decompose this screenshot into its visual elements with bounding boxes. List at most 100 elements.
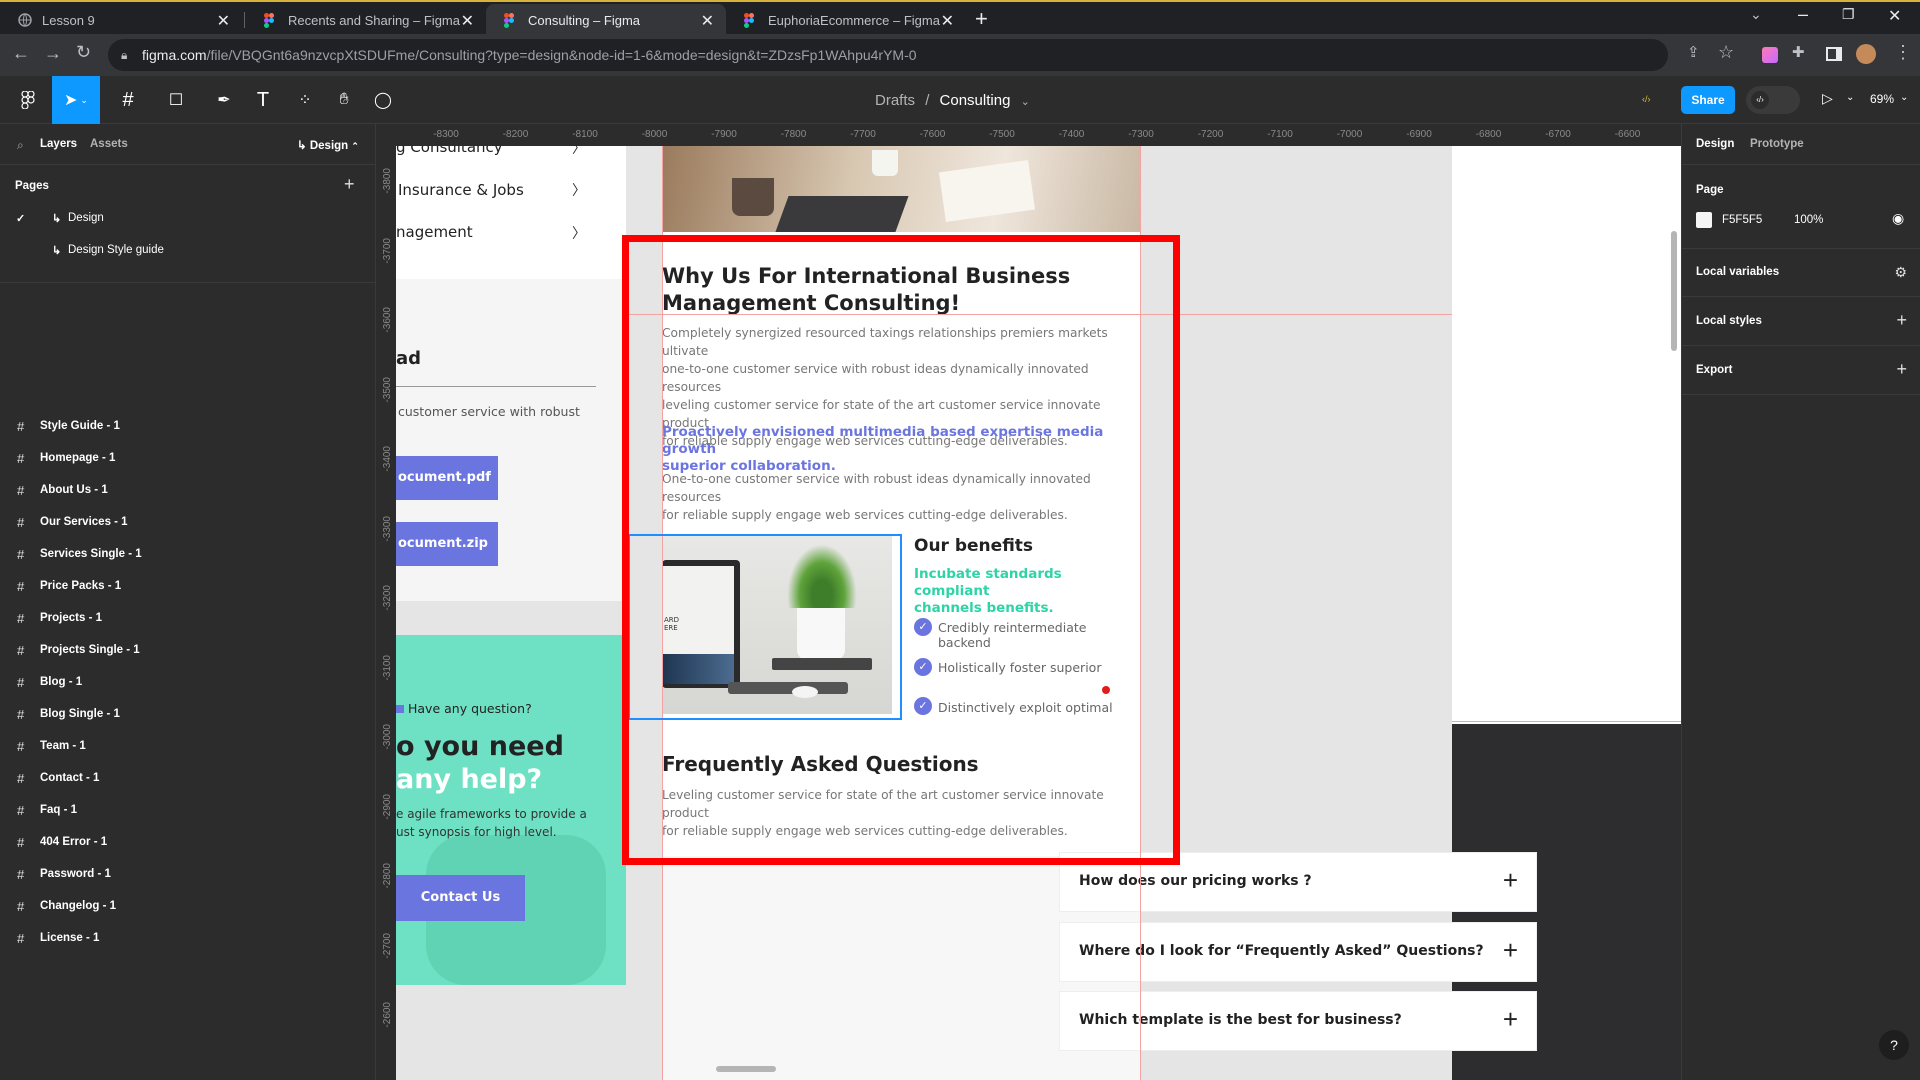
design-canvas[interactable]: g Consultancy 〉 Insurance & Jobs 〉 nagem… [396, 146, 1681, 1080]
page-item-design[interactable]: ✓ ↳ Design [0, 202, 376, 234]
frame-layer-item[interactable]: # License - 1 [0, 922, 376, 954]
frame-layer-item[interactable]: # About Us - 1 [0, 474, 376, 506]
profile-avatar[interactable] [1856, 44, 1876, 64]
download-pdf-button[interactable]: ocument.pdf [396, 456, 498, 500]
browser-menu-icon[interactable]: ⋮ [1894, 42, 1912, 63]
frame-layer-item[interactable]: # Contact - 1 [0, 762, 376, 794]
tab-layers[interactable]: Layers [40, 138, 77, 150]
bookmark-star-icon[interactable]: ☆ [1718, 42, 1734, 63]
side-panel-icon[interactable] [1826, 47, 1842, 61]
browser-tab[interactable]: EuphoriaEcommerce – Figma ✕ [726, 4, 966, 36]
back-icon[interactable]: ← [12, 43, 30, 64]
frame-layer-item[interactable]: # Homepage - 1 [0, 442, 376, 474]
chevron-down-icon[interactable]: ⌄ [1900, 92, 1908, 103]
pen-tool-icon[interactable]: ✒ [204, 76, 244, 124]
download-title: ad [396, 348, 422, 369]
zoom-level[interactable]: 69% [1870, 92, 1894, 106]
cta-card[interactable]: Have any question? o you need any help? … [396, 635, 626, 985]
file-name[interactable]: Consulting [940, 92, 1011, 109]
ruler-tick-label: -8200 [502, 129, 529, 140]
frame-layer-item[interactable]: #404 Error - 1 [0, 826, 376, 858]
shape-tool-icon[interactable]: ☐ [156, 76, 196, 124]
tab-design[interactable]: Design [1696, 138, 1734, 150]
faq-item[interactable]: Which template is the best for business?… [1059, 991, 1537, 1051]
page-opacity-value[interactable]: 100% [1794, 214, 1823, 226]
browser-tab-active[interactable]: Consulting – Figma ✕ [486, 4, 726, 36]
hand-tool-icon[interactable]: ✋︎ [324, 76, 364, 124]
frame-layer-item[interactable]: # Our Services - 1 [0, 506, 376, 538]
frame-layer-item[interactable]: # Projects Single - 1 [0, 634, 376, 666]
share-page-icon[interactable]: ⇪ [1687, 43, 1700, 61]
browser-tab[interactable]: Recents and Sharing – Figma ✕ [246, 4, 486, 36]
frame-services-sidebar[interactable]: g Consultancy 〉 Insurance & Jobs 〉 nagem… [396, 146, 626, 1080]
extension-icon[interactable] [1762, 47, 1778, 63]
comment-tool-icon[interactable]: ◯ [363, 76, 403, 124]
close-tab-icon[interactable]: ✕ [217, 11, 230, 31]
frame-layer-item[interactable]: # Faq - 1 [0, 794, 376, 826]
download-zip-button[interactable]: ocument.zip [396, 522, 498, 566]
share-button[interactable]: Share [1681, 86, 1735, 114]
page-switcher[interactable]: ↳ Design ⌃ [297, 138, 359, 152]
local-variables-section[interactable]: Local variables ⚙ [1682, 248, 1920, 297]
close-window-icon[interactable]: ✕ [1888, 6, 1901, 26]
plus-icon[interactable]: + [1503, 1004, 1518, 1035]
contact-us-button[interactable]: Contact Us [396, 875, 525, 921]
plus-icon[interactable]: + [1503, 935, 1518, 966]
sidebar-link[interactable]: nagement [396, 223, 473, 241]
export-section[interactable]: Export + [1682, 346, 1920, 395]
chevron-down-icon[interactable]: ⌄ [1846, 92, 1854, 103]
tab-assets[interactable]: Assets [90, 138, 128, 150]
horizontal-scrollbar[interactable] [716, 1066, 776, 1072]
frame-layer-item[interactable]: # Services Single - 1 [0, 538, 376, 570]
main-menu-icon[interactable] [8, 76, 48, 124]
faq-item[interactable]: Where do I look for “Frequently Asked” Q… [1059, 922, 1537, 982]
local-styles-section[interactable]: Local styles + [1682, 297, 1920, 346]
breadcrumb-drafts[interactable]: Drafts [875, 92, 915, 109]
reload-icon[interactable]: ↻ [76, 42, 91, 63]
add-page-icon[interactable]: + [344, 174, 355, 195]
frame-layer-item[interactable]: # Blog Single - 1 [0, 698, 376, 730]
page-item-style-guide[interactable]: ↳ Design Style guide [0, 234, 376, 266]
new-tab-icon[interactable]: + [975, 6, 988, 32]
extensions-puzzle-icon[interactable]: ✚ [1792, 43, 1805, 61]
sidebar-link[interactable]: Insurance & Jobs [398, 181, 524, 199]
plugin-indicator-icon[interactable]: ‹/› [1642, 94, 1651, 104]
tab-prototype[interactable]: Prototype [1750, 138, 1804, 150]
frame-layer-item[interactable]: # Password - 1 [0, 858, 376, 890]
resources-icon[interactable]: ⁘ [285, 76, 325, 124]
close-tab-icon[interactable]: ✕ [941, 11, 954, 31]
help-icon[interactable]: ? [1879, 1030, 1909, 1060]
chevron-down-icon[interactable]: ⌄ [1021, 96, 1030, 108]
present-play-icon[interactable]: ▷ [1822, 90, 1833, 107]
frame-tool-icon[interactable]: # [108, 76, 148, 124]
move-tool-icon[interactable]: ➤ ⌄ [52, 76, 100, 124]
frame-layer-item[interactable]: # Projects - 1 [0, 602, 376, 634]
forward-icon[interactable]: → [44, 43, 62, 64]
close-tab-icon[interactable]: ✕ [701, 11, 714, 31]
add-export-icon[interactable]: + [1896, 359, 1907, 380]
color-swatch[interactable] [1696, 212, 1712, 228]
ruler-tick-label: -2800 [382, 863, 393, 889]
text-tool-icon[interactable]: T [243, 76, 283, 124]
close-tab-icon[interactable]: ✕ [461, 11, 474, 31]
tab-search-icon[interactable]: ⌄ [1750, 6, 1762, 23]
frame-layer-item[interactable]: # Team - 1 [0, 730, 376, 762]
minimize-icon[interactable]: – [1798, 4, 1808, 25]
frame-layer-item[interactable]: # Price Packs - 1 [0, 570, 376, 602]
sidebar-link[interactable]: g Consultancy [396, 146, 503, 156]
eye-icon[interactable]: ◉ [1892, 210, 1904, 227]
page-color-value[interactable]: F5F5F5 [1722, 214, 1762, 226]
variables-settings-icon[interactable]: ⚙ [1894, 264, 1907, 281]
add-style-icon[interactable]: + [1896, 310, 1907, 331]
adjacent-frame-white[interactable] [1452, 146, 1681, 724]
frame-layer-item[interactable]: # Blog - 1 [0, 666, 376, 698]
restore-icon[interactable]: ❐ [1842, 6, 1855, 23]
frame-layer-item[interactable]: # Style Guide - 1 [0, 410, 376, 442]
vertical-scrollbar[interactable] [1671, 231, 1677, 351]
frame-layer-item[interactable]: # Changelog - 1 [0, 890, 376, 922]
url-bar[interactable]: 🔒︎ figma.com/file/VBQGnt6a9nzvcpXtSDUFme… [108, 39, 1668, 71]
plus-icon[interactable]: + [1503, 865, 1518, 896]
search-icon[interactable]: ⌕ [17, 138, 24, 153]
browser-tab[interactable]: Lesson 9 ✕ [0, 4, 242, 36]
dev-mode-toggle[interactable]: ‹/› [1746, 86, 1800, 114]
